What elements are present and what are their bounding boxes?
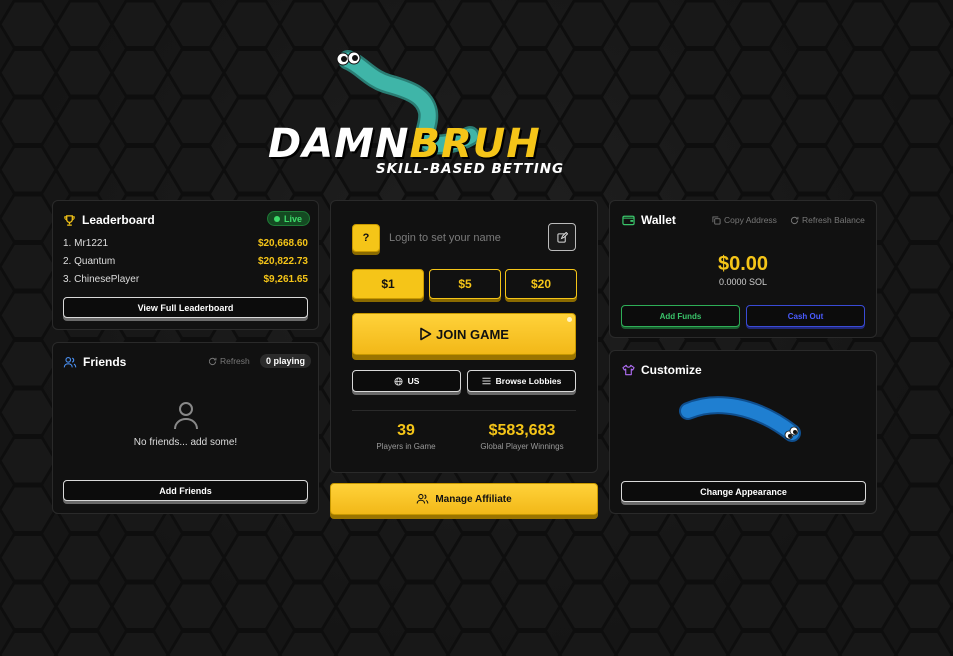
leaderboard-row: 3. ChinesePlayer $9,261.65 bbox=[63, 274, 308, 285]
browse-lobbies-button[interactable]: Browse Lobbies bbox=[467, 370, 576, 392]
region-selector[interactable]: US bbox=[352, 370, 461, 392]
add-friends-button[interactable]: Add Friends bbox=[63, 480, 308, 501]
bet-1-button[interactable]: $1 bbox=[352, 269, 424, 299]
wallet-icon bbox=[622, 215, 635, 226]
refresh-icon bbox=[790, 216, 799, 224]
play-panel: ? $1 $5 $20 JOIN GAME US bbox=[330, 200, 598, 473]
live-dot-icon bbox=[273, 215, 280, 222]
corner-dot bbox=[567, 317, 572, 322]
edit-icon bbox=[556, 231, 568, 243]
customize-panel: Customize Change Appearance bbox=[609, 350, 877, 514]
brand-logo: DAMNBRUH SKILL-BASED BETTING bbox=[260, 44, 680, 184]
manage-affiliate-button[interactable]: Manage Affiliate bbox=[330, 483, 598, 515]
help-button[interactable]: ? bbox=[352, 224, 380, 252]
play-icon bbox=[420, 327, 432, 341]
wallet-balance-usd: $0.00 bbox=[717, 253, 769, 275]
live-badge: Live bbox=[266, 211, 310, 226]
bet-20-button[interactable]: $20 bbox=[505, 269, 577, 299]
wallet-title: Wallet bbox=[641, 213, 676, 227]
refresh-balance-button[interactable]: Refresh Balance bbox=[790, 215, 865, 225]
refresh-icon bbox=[208, 357, 217, 365]
users-icon bbox=[417, 493, 429, 504]
snake-skin-preview bbox=[679, 396, 801, 442]
brand-title: DAMNBRUH bbox=[268, 121, 541, 167]
friends-empty-text: No friends... add some! bbox=[133, 437, 238, 448]
brand-subtitle: SKILL-BASED BETTING bbox=[375, 161, 565, 177]
wallet-balance-sol: 0.0000 SOL bbox=[718, 277, 768, 287]
playing-count-badge: 0 playing bbox=[260, 354, 312, 368]
user-placeholder-icon bbox=[174, 402, 198, 430]
add-funds-button[interactable]: Add Funds bbox=[621, 305, 740, 327]
leaderboard-title: Leaderboard bbox=[82, 213, 155, 227]
players-in-game-value: 39 bbox=[397, 422, 415, 439]
join-game-button[interactable]: JOIN GAME bbox=[352, 313, 576, 355]
customize-title: Customize bbox=[641, 363, 702, 377]
global-winnings-label: Global Player Winnings bbox=[480, 442, 564, 451]
leaderboard-row: 1. Mr1221 $20,668.60 bbox=[63, 238, 308, 249]
divider bbox=[352, 410, 576, 411]
list-icon bbox=[482, 377, 491, 385]
players-in-game-label: Players in Game bbox=[376, 442, 436, 451]
users-icon bbox=[63, 356, 77, 367]
friends-title: Friends bbox=[83, 355, 127, 369]
friends-refresh-button[interactable]: Refresh bbox=[208, 356, 250, 366]
copy-icon bbox=[712, 215, 721, 225]
cash-out-button[interactable]: Cash Out bbox=[746, 305, 865, 327]
view-full-leaderboard-button[interactable]: View Full Leaderboard bbox=[63, 297, 308, 318]
friends-panel: Friends Refresh 0 playing No friends... … bbox=[52, 342, 319, 514]
trophy-icon bbox=[64, 214, 75, 226]
shirt-icon bbox=[622, 364, 635, 376]
global-winnings-value: $583,683 bbox=[488, 422, 556, 439]
change-appearance-button[interactable]: Change Appearance bbox=[621, 481, 866, 502]
copy-address-button[interactable]: Copy Address bbox=[712, 215, 777, 225]
leaderboard-row: 2. Quantum $20,822.73 bbox=[63, 256, 308, 267]
wallet-panel: Wallet Copy Address Refresh Balance $0.0… bbox=[609, 200, 877, 338]
globe-icon bbox=[394, 376, 403, 386]
leaderboard-panel: Leaderboard Live 1. Mr1221 $20,668.60 2.… bbox=[52, 200, 319, 330]
bet-5-button[interactable]: $5 bbox=[429, 269, 501, 299]
edit-name-button[interactable] bbox=[548, 223, 576, 251]
player-name-input[interactable] bbox=[389, 225, 539, 251]
